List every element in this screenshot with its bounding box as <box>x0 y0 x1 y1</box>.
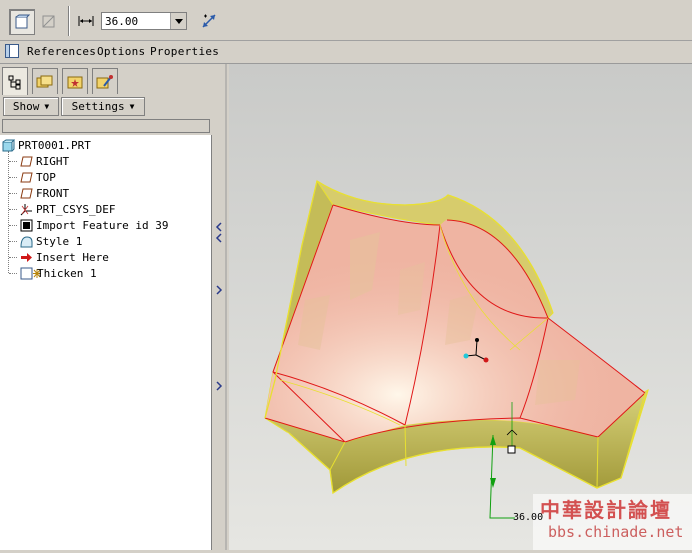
graphics-window[interactable] <box>229 64 692 550</box>
folder-browser-icon <box>36 75 53 87</box>
coordinate-system-icon <box>20 203 33 216</box>
pane-toggle-icon[interactable] <box>5 44 19 61</box>
style-feature-icon <box>20 235 33 248</box>
settings-label: Settings <box>71 100 125 113</box>
tree-item-csys[interactable]: PRT_CSYS_DEF <box>20 201 115 217</box>
datum-plane-icon <box>20 171 33 184</box>
show-button[interactable]: Show ▼ <box>3 97 59 116</box>
tree-connector <box>9 193 17 194</box>
flip-direction-icon <box>202 14 216 28</box>
thickness-value-combo[interactable]: 36.00 <box>101 12 187 30</box>
tree-connector <box>9 177 17 178</box>
tree-connector <box>9 161 17 162</box>
tree-item-style[interactable]: Style 1 <box>20 233 82 249</box>
settings-button[interactable]: Settings ▼ <box>61 97 145 116</box>
tree-item-label: RIGHT <box>36 154 70 168</box>
tab-folder-browser[interactable] <box>32 68 58 94</box>
tree-item-front[interactable]: FRONT <box>20 185 69 201</box>
model-tree: PRT0001.PRT RIGHT TOP FRONT PRT_CSYS_DEF <box>0 135 212 550</box>
show-label: Show <box>12 100 40 113</box>
tree-item-label: Insert Here <box>36 250 109 264</box>
navigator-tabs <box>0 64 215 96</box>
dropdown-arrow-icon: ▼ <box>44 102 50 111</box>
navigator-splitter[interactable] <box>213 64 229 550</box>
tree-item-label: Thicken 1 <box>37 266 97 280</box>
thickness-dimension-icon <box>78 16 94 26</box>
tree-item-top[interactable]: TOP <box>20 169 56 185</box>
part-icon <box>2 139 15 152</box>
tree-item-label: TOP <box>36 170 56 184</box>
datum-plane-icon <box>20 155 33 168</box>
navigator-buttons: Show ▼ Settings ▼ <box>0 96 215 118</box>
tree-connector <box>9 241 17 242</box>
import-feature-icon <box>20 219 33 232</box>
watermark-title: 中華設計論壇 <box>540 498 672 522</box>
thicken-dashboard: 36.00 <box>0 0 692 41</box>
tree-connector <box>9 209 17 210</box>
remove-material-button[interactable] <box>37 9 61 33</box>
tree-item-right[interactable]: RIGHT <box>20 153 69 169</box>
datum-plane-icon <box>20 187 33 200</box>
tree-root-label: PRT0001.PRT <box>18 138 91 152</box>
favorites-icon <box>67 76 83 88</box>
drag-handle[interactable] <box>507 445 516 454</box>
tree-header-bar <box>2 119 210 133</box>
tab-model-tree[interactable] <box>2 67 28 95</box>
thickness-value: 36.00 <box>105 15 139 28</box>
flip-direction-button[interactable] <box>197 9 221 33</box>
slide-up-tabs-bar: References Options Properties <box>0 41 692 64</box>
tree-item-label: Style 1 <box>36 234 83 248</box>
dropdown-arrow-icon[interactable] <box>170 13 186 29</box>
tree-item-insert-here[interactable]: Insert Here <box>20 249 109 265</box>
tab-options[interactable]: Options <box>97 45 145 58</box>
remove-material-icon <box>42 15 55 28</box>
tree-item-label: Import Feature id 39 <box>36 218 169 232</box>
tree-connector <box>9 225 17 226</box>
tab-references[interactable]: References <box>27 45 96 58</box>
insert-here-arrow-icon <box>20 251 33 264</box>
tree-root[interactable]: PRT0001.PRT <box>2 137 91 153</box>
model-tree-icon <box>8 75 21 89</box>
tree-item-thicken[interactable]: Thicken 1 <box>20 265 97 281</box>
tab-connections[interactable] <box>92 68 118 94</box>
thickness-dimension-label[interactable]: 36.00 <box>513 512 543 523</box>
tree-item-label: FRONT <box>36 186 70 200</box>
solid-thicken-icon <box>15 14 30 29</box>
thickness-dimension-button[interactable] <box>74 9 98 33</box>
tab-properties[interactable]: Properties <box>150 45 219 58</box>
tree-connector <box>9 257 17 258</box>
toolbar-separator <box>68 6 70 36</box>
tree-connector <box>8 151 9 273</box>
tree-item-import-feature[interactable]: Import Feature id 39 <box>20 217 168 233</box>
watermark-url: bbs.chinade.net <box>548 523 684 541</box>
tree-connector <box>9 273 17 274</box>
tree-item-label: PRT_CSYS_DEF <box>36 202 116 216</box>
tab-favorites[interactable] <box>62 68 88 94</box>
solid-thicken-button[interactable] <box>9 9 35 35</box>
dropdown-arrow-icon: ▼ <box>129 102 135 111</box>
connections-icon <box>96 74 113 88</box>
